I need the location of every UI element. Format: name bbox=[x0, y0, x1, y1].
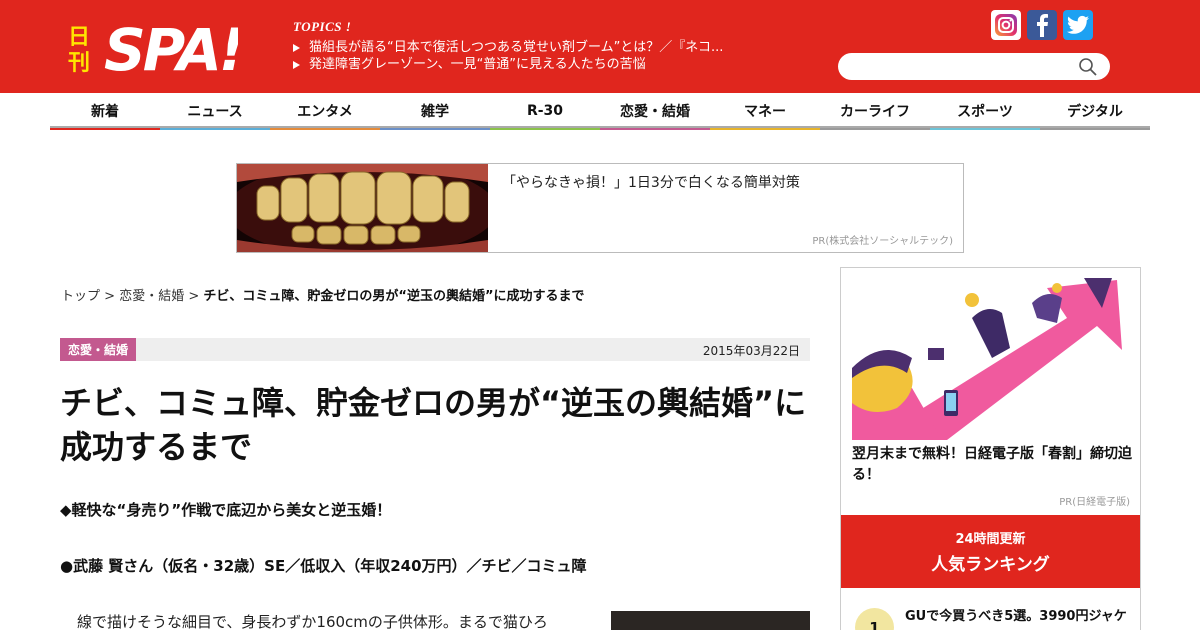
article-body-text: 線で描けそうな細目で、身長わずか160cmの子供体形。まるで猫ひろ bbox=[77, 613, 548, 630]
topic-link[interactable]: 猫組長が語る“日本で復活しつつある覚せい剤ブーム”とは？／『ネコ... bbox=[293, 39, 813, 56]
sidebar-ad-image[interactable] bbox=[852, 278, 1132, 440]
svg-text:刊: 刊 bbox=[68, 51, 90, 76]
search-box bbox=[838, 53, 1110, 80]
ranking-title: 人気ランキング bbox=[931, 555, 1050, 575]
nav-item-underline bbox=[600, 128, 710, 130]
triangle-right-icon bbox=[293, 43, 300, 52]
nav-item-label: 恋愛・結婚 bbox=[620, 103, 690, 120]
breadcrumb-separator: > bbox=[188, 289, 200, 304]
topic-link-text: 発達障害グレーゾーン、一見“普通”に見える人たちの苦悩 bbox=[309, 57, 646, 72]
svg-text:SPA!: SPA! bbox=[104, 16, 238, 76]
site-header: 日 刊 SPA! TOPICS ! 猫組長が語る“日本で復活しつつある覚せい剤ブ… bbox=[0, 0, 1200, 93]
sidebar-ad-headline[interactable]: 翌月末まで無料！日経電子版「春割」締切迫る！ bbox=[852, 444, 1134, 486]
article-title: チビ、コミュ障、貯金ゼロの男が“逆玉の輿結婚”に成功するまで bbox=[60, 384, 807, 466]
topics-block: TOPICS ! 猫組長が語る“日本で復活しつつある覚せい剤ブーム”とは？／『ネ… bbox=[293, 19, 813, 73]
breadcrumb-separator: > bbox=[104, 289, 116, 304]
nav-item[interactable]: ニュース bbox=[160, 93, 270, 130]
search-icon[interactable] bbox=[1078, 57, 1098, 77]
instagram-icon[interactable] bbox=[991, 10, 1021, 40]
nav-item[interactable]: カーライフ bbox=[820, 93, 930, 130]
publish-date: 2015年03月22日 bbox=[702, 344, 800, 358]
ad-teeth-image bbox=[237, 164, 488, 252]
nav-item-underline bbox=[930, 128, 1040, 130]
nav-item-label: R-30 bbox=[526, 102, 564, 119]
ad-banner[interactable]: 「やらなきゃ損！」1日3分で白くなる簡単対策 PR(株式会社ソーシャルテック) bbox=[236, 163, 964, 253]
nav-item[interactable]: スポーツ bbox=[930, 93, 1040, 130]
category-badge[interactable]: 恋愛・結婚 bbox=[60, 338, 137, 361]
breadcrumb-top-link[interactable]: トップ bbox=[61, 289, 100, 304]
breadcrumb-current: チビ、コミュ障、貯金ゼロの男が“逆玉の輿結婚”に成功するまで bbox=[203, 289, 585, 304]
topic-link-text: 猫組長が語る“日本で復活しつつある覚せい剤ブーム”とは？／『ネコ... bbox=[309, 40, 724, 55]
nav-item-label: ニュース bbox=[187, 103, 243, 120]
ranking-header: 24時間更新 人気ランキング bbox=[841, 515, 1140, 588]
nav-item[interactable]: 新着 bbox=[50, 93, 160, 130]
twitter-icon[interactable] bbox=[1063, 10, 1093, 40]
nav-item[interactable]: R-30 bbox=[490, 93, 600, 130]
nav-item[interactable]: 雑学 bbox=[380, 93, 490, 130]
nav-item[interactable]: エンタメ bbox=[270, 93, 380, 130]
nav-item[interactable]: 恋愛・結婚 bbox=[600, 93, 710, 130]
sidebar-ad-sponsor-label: PR(日経電子版) bbox=[1059, 497, 1130, 508]
nav-item-underline bbox=[710, 128, 820, 130]
nav-item-label: カーライフ bbox=[840, 103, 910, 120]
nav-item-label: 雑学 bbox=[421, 103, 449, 120]
nav-item-underline bbox=[160, 128, 270, 130]
sidebar: 翌月末まで無料！日経電子版「春割」締切迫る！ PR(日経電子版) 24時間更新 … bbox=[840, 267, 1141, 630]
article-subhead: ●武藤 賢さん（仮名・32歳）SE／低収入（年収240万円）／チビ／コミュ障 bbox=[60, 557, 587, 575]
nav-item-underline bbox=[270, 128, 380, 130]
nav-item-label: スポーツ bbox=[957, 103, 1013, 120]
nav-item-underline bbox=[380, 128, 490, 130]
facebook-icon[interactable] bbox=[1027, 10, 1057, 40]
article-meta-bar: 恋愛・結婚 2015年03月22日 bbox=[60, 338, 810, 361]
ad-sponsor-label: PR(株式会社ソーシャルテック) bbox=[812, 236, 953, 247]
social-links bbox=[991, 10, 1093, 40]
nav-item[interactable]: デジタル bbox=[1040, 93, 1150, 130]
nav-item-underline bbox=[490, 128, 600, 130]
nav-item[interactable]: マネー bbox=[710, 93, 820, 130]
nav-item-underline bbox=[1040, 128, 1150, 130]
nav-item-label: 新着 bbox=[91, 103, 119, 120]
site-logo[interactable]: 日 刊 SPA! bbox=[68, 14, 245, 84]
triangle-right-icon bbox=[293, 60, 300, 69]
article-lead: ◆軽快な“身売り”作戦で底辺から美女と逆玉婚！ bbox=[60, 501, 392, 519]
search-input[interactable] bbox=[852, 57, 1072, 76]
ad-headline[interactable]: 「やらなきゃ損！」1日3分で白くなる簡単対策 bbox=[502, 172, 800, 192]
ranking-update-label: 24時間更新 bbox=[955, 532, 1026, 547]
nav-item-underline bbox=[50, 128, 160, 130]
category-nav: 新着 ニュース エンタメ 雑学 R-30 恋愛・結婚 マネー カーライフ スポーツ デジタル bbox=[50, 93, 1150, 130]
ranking-item-title[interactable]: GUで今買うべき5選。3990円ジャケ bbox=[905, 608, 1130, 626]
nav-item-label: デジタル bbox=[1067, 103, 1123, 120]
breadcrumb-category-link[interactable]: 恋愛・結婚 bbox=[119, 289, 184, 304]
article-photo bbox=[611, 611, 810, 630]
topics-title: TOPICS ! bbox=[293, 19, 352, 34]
rank-number-badge: 1 bbox=[855, 608, 894, 630]
svg-text:日: 日 bbox=[68, 25, 90, 50]
breadcrumb: トップ > 恋愛・結婚 > チビ、コミュ障、貯金ゼロの男が“逆玉の輿結婚”に成功… bbox=[61, 285, 585, 304]
nav-item-label: マネー bbox=[744, 103, 786, 120]
nav-item-underline bbox=[820, 128, 930, 130]
nav-item-label: エンタメ bbox=[297, 103, 353, 120]
topic-link[interactable]: 発達障害グレーゾーン、一見“普通”に見える人たちの苦悩 bbox=[293, 56, 813, 73]
